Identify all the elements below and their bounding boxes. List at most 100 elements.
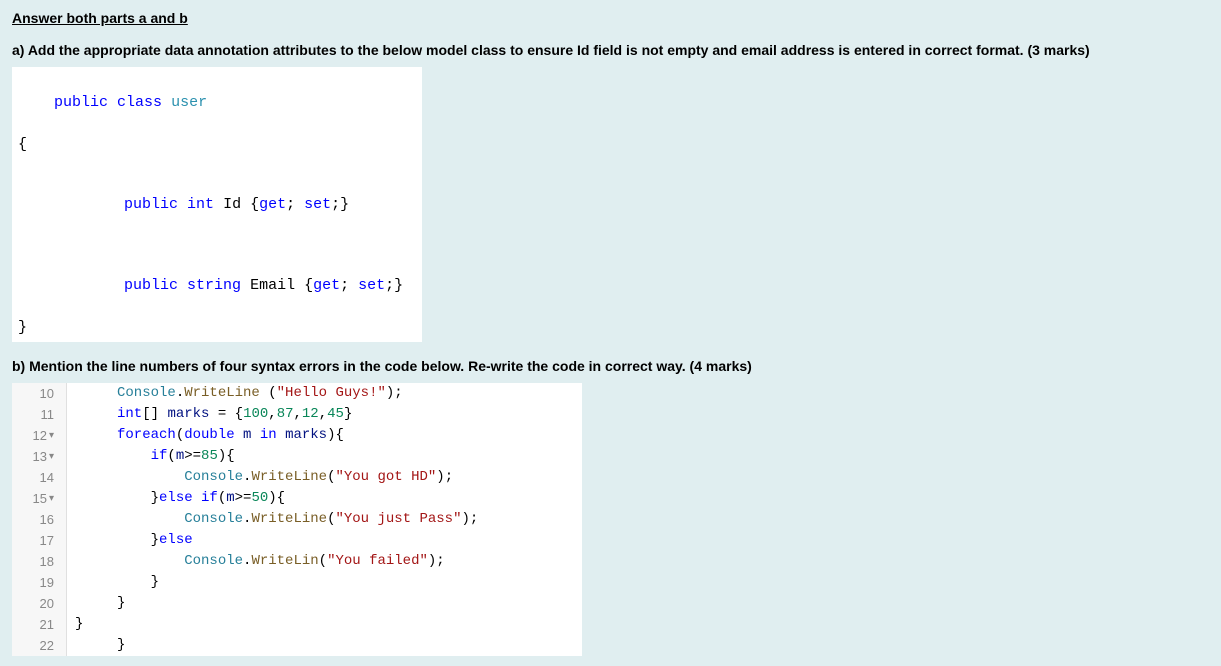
code-line: { (18, 134, 416, 155)
code-token: user (171, 94, 207, 111)
code-row: 15 ▾ }else if(m>=50){ (12, 488, 582, 509)
code-token: else (159, 532, 193, 548)
instruction-header: Answer both parts a and b (12, 10, 1209, 26)
code-token: "You just Pass" (335, 511, 461, 527)
fold-icon[interactable]: ▾ (49, 491, 54, 506)
code-line: foreach(double m in marks){ (67, 425, 582, 446)
code-token: ); (462, 511, 479, 527)
code-token: } (75, 616, 83, 632)
code-token: WriteLine (251, 469, 327, 485)
line-number-gutter: 20 (12, 593, 67, 614)
fold-icon[interactable]: ▾ (49, 428, 54, 443)
code-token: get (313, 277, 340, 294)
code-token: ( (218, 490, 226, 506)
code-token: ( (319, 553, 327, 569)
line-number-gutter: 12 ▾ (12, 425, 67, 446)
code-row: 20} (12, 593, 582, 614)
code-row: 10Console.WriteLine ("Hello Guys!"); (12, 383, 582, 404)
fold-icon[interactable]: ▾ (49, 449, 54, 464)
code-row: 14 Console.WriteLine("You got HD"); (12, 467, 582, 488)
code-block-a: public class user { public int Id {get; … (12, 67, 422, 342)
line-number-gutter: 18 (12, 551, 67, 572)
code-token: m (176, 448, 184, 464)
code-token: string (187, 277, 241, 294)
code-token: double (184, 427, 234, 443)
code-token: } (151, 490, 159, 506)
code-token: . (176, 385, 184, 401)
code-token: "Hello Guys!" (277, 385, 386, 401)
code-token: 87 (277, 406, 294, 422)
code-block-b: 10Console.WriteLine ("Hello Guys!");11in… (12, 383, 582, 656)
code-token: marks (167, 406, 209, 422)
code-line: int[] marks = {100,87,12,45} (67, 404, 582, 425)
code-token: int (117, 406, 142, 422)
code-line: Console.WriteLin("You failed"); (67, 551, 582, 572)
code-token: , (294, 406, 302, 422)
code-row: 18 Console.WriteLin("You failed"); (12, 551, 582, 572)
code-row: 19 } (12, 572, 582, 593)
code-token: Email { (241, 277, 313, 294)
code-token: ); (428, 553, 445, 569)
line-number-gutter: 21 (12, 614, 67, 635)
code-token: ); (436, 469, 453, 485)
code-token: = { (209, 406, 243, 422)
line-number-gutter: 22 (12, 635, 67, 656)
code-token: } (117, 595, 125, 611)
code-row: 22} (12, 635, 582, 656)
code-token: 85 (201, 448, 218, 464)
code-token: } (151, 532, 159, 548)
code-token: WriteLine (251, 511, 327, 527)
code-row: 17 }else (12, 530, 582, 551)
code-token: Console (184, 469, 243, 485)
code-token: [] (142, 406, 167, 422)
code-token: "You failed" (327, 553, 428, 569)
code-line: Console.WriteLine("You got HD"); (67, 467, 582, 488)
code-token: , (319, 406, 327, 422)
code-token: if (201, 490, 218, 506)
line-number-gutter: 17 (12, 530, 67, 551)
line-number-gutter: 13 ▾ (12, 446, 67, 467)
line-number-gutter: 14 (12, 467, 67, 488)
code-token: set (304, 196, 331, 213)
code-token: in (260, 427, 277, 443)
code-token: "You got HD" (335, 469, 436, 485)
code-token: else (159, 490, 193, 506)
code-token: ( (176, 427, 184, 443)
line-number-gutter: 16 (12, 509, 67, 530)
code-token: 100 (243, 406, 268, 422)
code-token: ); (386, 385, 403, 401)
code-token: Console (184, 511, 243, 527)
code-token: foreach (117, 427, 176, 443)
code-token: if (151, 448, 168, 464)
code-token: } (344, 406, 352, 422)
code-token: int (187, 196, 214, 213)
code-token: get (259, 196, 286, 213)
line-number-gutter: 15 ▾ (12, 488, 67, 509)
code-token (193, 490, 201, 506)
code-token: Console (184, 553, 243, 569)
code-token: WriteLine (184, 385, 260, 401)
code-token: ){ (327, 427, 344, 443)
code-token: public (124, 196, 178, 213)
code-token (277, 427, 285, 443)
code-token: , (268, 406, 276, 422)
code-line: Console.WriteLine ("Hello Guys!"); (67, 383, 582, 404)
code-token: >= (184, 448, 201, 464)
code-token (251, 427, 259, 443)
code-line: } (67, 635, 582, 656)
code-token: ; (286, 196, 304, 213)
code-row: 12 ▾foreach(double m in marks){ (12, 425, 582, 446)
code-line: } (67, 614, 582, 635)
code-token: } (117, 637, 125, 653)
code-row: 16 Console.WriteLine("You just Pass"); (12, 509, 582, 530)
code-token: Console (117, 385, 176, 401)
code-line: }else if(m>=50){ (67, 488, 582, 509)
line-number-gutter: 19 (12, 572, 67, 593)
line-number-gutter: 10 (12, 383, 67, 404)
code-token: WriteLin (251, 553, 318, 569)
code-token: ( (260, 385, 277, 401)
code-token: ){ (268, 490, 285, 506)
code-line: } (18, 317, 416, 338)
code-token: Id { (214, 196, 259, 213)
code-token: >= (235, 490, 252, 506)
